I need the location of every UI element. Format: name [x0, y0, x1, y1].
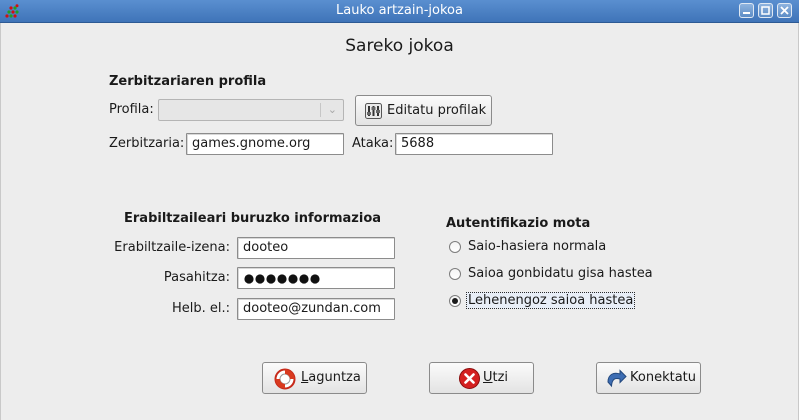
dialog-body: Sareko jokoa Zerbitzariaren profila Prof… — [0, 23, 799, 420]
password-dot — [277, 274, 287, 284]
minimize-icon — [743, 12, 750, 14]
auth-radio-guest[interactable] — [449, 268, 461, 280]
edit-profiles-button[interactable]: Editatu profilak — [355, 95, 492, 126]
connect-icon — [607, 369, 627, 388]
port-label: Ataka: — [352, 136, 394, 151]
profile-combo[interactable]: ⌄ — [158, 99, 344, 121]
auth-label-normal[interactable]: Saio-hasiera normala — [468, 239, 606, 254]
auth-radio-first-time[interactable] — [449, 295, 461, 307]
auth-label-guest[interactable]: Saioa gonbidatu gisa hastea — [468, 266, 653, 281]
preferences-icon — [365, 103, 382, 119]
username-input[interactable]: dooteo — [237, 237, 395, 259]
password-dot — [266, 274, 276, 284]
password-dot — [244, 274, 254, 284]
email-label: Helb. el.: — [171, 301, 230, 316]
chevron-down-icon: ⌄ — [327, 103, 337, 116]
password-input[interactable] — [237, 267, 395, 289]
connect-button[interactable]: Konektatu — [596, 362, 701, 394]
auth-radio-normal[interactable] — [449, 241, 461, 253]
title-bar[interactable]: Lauko artzain-jokoa — [0, 0, 799, 23]
maximize-button[interactable] — [758, 3, 773, 18]
dialog-heading: Sareko jokoa — [345, 36, 454, 56]
cancel-label-rest: tzi — [492, 370, 509, 385]
maximize-icon — [761, 6, 770, 15]
port-input[interactable]: 5688 — [395, 133, 553, 155]
cancel-mnemonic: U — [483, 370, 493, 385]
help-label-rest: aguntza — [308, 370, 361, 385]
window-title: Lauko artzain-jokoa — [336, 3, 463, 18]
combo-separator — [320, 103, 321, 117]
username-label: Erabiltzaile-izena: — [114, 240, 230, 255]
auth-label-first-time[interactable]: Lehenengoz saioa hastea — [466, 292, 636, 309]
password-dot — [255, 274, 265, 284]
password-mask — [244, 274, 320, 284]
server-section-title: Zerbitzariaren profila — [109, 74, 267, 89]
help-label: Laguntza — [301, 370, 361, 385]
close-icon — [780, 6, 789, 15]
email-input[interactable]: dooteo@zundan.com — [237, 298, 395, 320]
cancel-button[interactable]: Utzi — [429, 362, 534, 394]
auth-section-title: Autentifikazio mota — [446, 216, 591, 231]
user-section-title: Erabiltzaileari buruzko informazioa — [124, 211, 382, 226]
password-dot — [310, 274, 320, 284]
minimize-button[interactable] — [739, 3, 754, 18]
server-input[interactable]: games.gnome.org — [186, 133, 344, 155]
help-icon — [274, 368, 296, 390]
help-button[interactable]: Laguntza — [262, 362, 367, 394]
password-dot — [288, 274, 298, 284]
password-label: Pasahitza: — [163, 270, 230, 285]
cancel-icon — [459, 368, 480, 389]
cancel-label: Utzi — [483, 370, 508, 385]
close-button[interactable] — [777, 3, 792, 18]
connect-label: Konektatu — [630, 370, 696, 385]
password-dot — [299, 274, 309, 284]
edit-profiles-label: Editatu profilak — [387, 103, 487, 118]
server-label: Zerbitzaria: — [109, 136, 185, 151]
profile-label: Profila: — [109, 102, 154, 117]
